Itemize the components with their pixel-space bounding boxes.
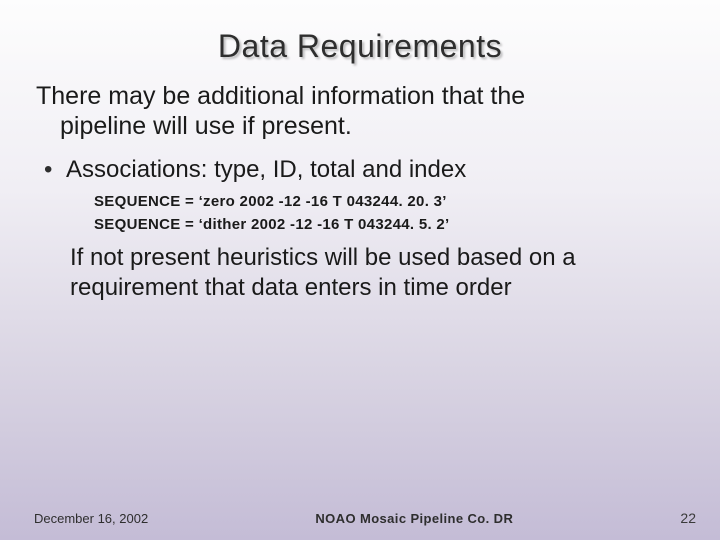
followup-paragraph: If not present heuristics will be used b… [70,243,686,303]
sequence-line-2: SEQUENCE = ‘dither 2002 -12 -16 T 043244… [94,216,686,233]
intro-paragraph: There may be additional information that… [34,81,686,141]
bullet-associations: Associations: type, ID, total and index [44,155,686,185]
sequence-line-1: SEQUENCE = ‘zero 2002 -12 -16 T 043244. … [94,193,686,210]
bullet-list: Associations: type, ID, total and index [34,155,686,185]
slide-container: Data Requirements There may be additiona… [0,0,720,540]
slide-footer: December 16, 2002 NOAO Mosaic Pipeline C… [0,510,720,526]
footer-page-number: 22 [680,510,696,526]
bullet-associations-text: Associations: type, ID, total and index [66,156,466,183]
footer-date: December 16, 2002 [34,511,148,526]
sequence-examples: SEQUENCE = ‘zero 2002 -12 -16 T 043244. … [94,193,686,233]
intro-line-1: There may be additional information that… [36,82,525,110]
footer-center: NOAO Mosaic Pipeline Co. DR [148,511,680,526]
slide-title: Data Requirements [34,28,686,65]
intro-line-2: pipeline will use if present. [36,111,686,141]
